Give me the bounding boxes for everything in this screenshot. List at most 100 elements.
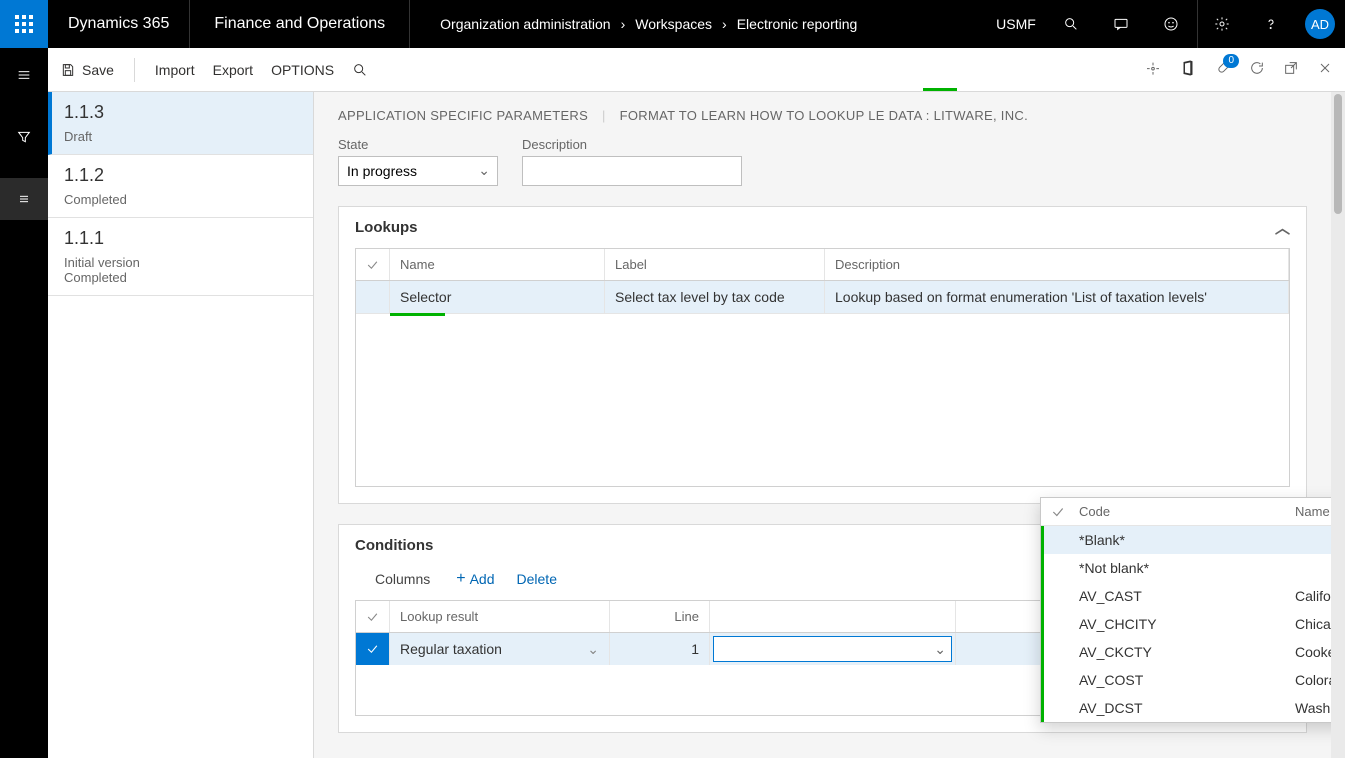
cell-description: Lookup based on format enumeration 'List… xyxy=(825,281,1289,313)
detail-header: APPLICATION SPECIFIC PARAMETERS | FORMAT… xyxy=(338,108,1307,123)
dropdown-row[interactable]: *Not blank* xyxy=(1044,554,1331,582)
grid-row[interactable]: Selector Select tax level by tax code Lo… xyxy=(356,281,1289,314)
popout-icon[interactable] xyxy=(1283,60,1299,79)
state-field[interactable] xyxy=(338,156,498,186)
header-right: FORMAT TO LEARN HOW TO LOOKUP LE DATA : … xyxy=(620,108,1028,123)
panel-title: Conditions xyxy=(355,537,433,554)
active-indicator xyxy=(923,88,957,91)
brand-name[interactable]: Dynamics 365 xyxy=(48,0,190,48)
dropdown-body[interactable]: *Blank* *Not blank* AV_CASTCalifornia St… xyxy=(1041,526,1331,722)
filter-icon[interactable] xyxy=(0,116,48,158)
col-code-header[interactable] xyxy=(710,601,956,632)
chevron-up-icon[interactable]: ︿ xyxy=(1275,217,1290,238)
dd-col-name[interactable]: Name xyxy=(1295,504,1331,519)
close-icon[interactable] xyxy=(1317,60,1333,79)
code-dropdown-popup: Code Name *Blank* *Not blank* AV_CASTCal… xyxy=(1040,497,1331,723)
col-lookup-result-header[interactable]: Lookup result xyxy=(390,601,610,632)
cell-label: Select tax level by tax code xyxy=(605,281,825,313)
cell-name: Selector xyxy=(390,281,605,313)
state-label: State xyxy=(338,137,498,152)
chevron-down-icon: ⌄ xyxy=(587,641,599,658)
version-status: Completed xyxy=(64,270,297,285)
app-title: Finance and Operations xyxy=(190,0,410,48)
smile-icon[interactable] xyxy=(1147,0,1195,48)
options-label: OPTIONS xyxy=(271,62,334,78)
link-icon[interactable] xyxy=(1145,60,1161,79)
top-right-tools: USMF AD xyxy=(997,0,1345,48)
export-button[interactable]: Export xyxy=(213,62,253,78)
avatar[interactable]: AD xyxy=(1305,9,1335,39)
col-line-header[interactable]: Line xyxy=(610,601,710,632)
version-number: 1.1.1 xyxy=(64,228,297,249)
lookups-panel: Lookups ︿ Name Label Description xyxy=(338,206,1307,504)
description-field[interactable] xyxy=(522,156,742,186)
app-launcher-icon[interactable] xyxy=(0,0,48,48)
add-button[interactable]: +Add xyxy=(456,570,494,588)
version-number: 1.1.2 xyxy=(64,165,297,186)
gear-icon[interactable] xyxy=(1197,0,1245,48)
version-item[interactable]: 1.1.2 Completed xyxy=(48,155,313,218)
dropdown-row[interactable]: AV_CKCTYCooke Country - Retail Prod xyxy=(1044,638,1331,666)
dropdown-row[interactable]: AV_CHCITYChicago City - Retail Prod xyxy=(1044,610,1331,638)
import-label: Import xyxy=(155,62,195,78)
version-sidebar: 1.1.3 Draft 1.1.2 Completed 1.1.1 Initia… xyxy=(48,92,314,758)
col-label-header[interactable]: Label xyxy=(605,249,825,280)
import-button[interactable]: Import xyxy=(155,62,195,78)
breadcrumb: Organization administration › Workspaces… xyxy=(410,16,857,32)
dropdown-row[interactable]: *Blank* xyxy=(1044,526,1331,554)
panel-title: Lookups xyxy=(355,219,418,236)
line-cell: 1 xyxy=(610,633,710,665)
version-item[interactable]: 1.1.1 Initial version Completed xyxy=(48,218,313,296)
badge-count: 0 xyxy=(1223,54,1239,68)
search-command-icon[interactable] xyxy=(352,62,368,78)
separator xyxy=(134,58,135,82)
office-icon[interactable] xyxy=(1179,59,1197,80)
version-description: Initial version xyxy=(64,255,297,270)
version-status: Completed xyxy=(64,192,297,207)
company-code[interactable]: USMF xyxy=(997,0,1045,48)
chevron-right-icon: › xyxy=(621,16,626,32)
row-check[interactable] xyxy=(356,281,390,313)
row-check-selected[interactable] xyxy=(356,633,390,665)
dropdown-row[interactable]: AV_DCSTWashington DC - Retail Prod xyxy=(1044,694,1331,722)
description-label: Description xyxy=(522,137,742,152)
messages-icon[interactable] xyxy=(1097,0,1145,48)
grid-empty-area xyxy=(356,316,1289,486)
dropdown-row[interactable]: AV_COSTColorado State - Retail Prod xyxy=(1044,666,1331,694)
breadcrumb-item[interactable]: Electronic reporting xyxy=(737,16,858,32)
code-cell[interactable]: ⌄ xyxy=(710,633,956,665)
scrollbar-thumb[interactable] xyxy=(1334,94,1342,214)
dropdown-row[interactable]: AV_CASTCalifornia State - Retail Prod xyxy=(1044,582,1331,610)
dd-col-code[interactable]: Code xyxy=(1075,504,1295,519)
refresh-icon[interactable] xyxy=(1249,60,1265,79)
col-description-header[interactable]: Description xyxy=(825,249,1289,280)
vertical-scrollbar[interactable] xyxy=(1331,92,1345,758)
version-item[interactable]: 1.1.3 Draft xyxy=(48,92,313,155)
help-icon[interactable] xyxy=(1247,0,1295,48)
check-header[interactable] xyxy=(356,249,390,280)
breadcrumb-item[interactable]: Workspaces xyxy=(635,16,712,32)
options-button[interactable]: OPTIONS xyxy=(271,62,334,78)
check-header[interactable] xyxy=(356,601,390,632)
version-status: Draft xyxy=(64,129,297,144)
header-left: APPLICATION SPECIFIC PARAMETERS xyxy=(338,108,588,123)
chevron-right-icon: › xyxy=(722,16,727,32)
export-label: Export xyxy=(213,62,253,78)
delete-button[interactable]: Delete xyxy=(517,571,557,587)
list-icon[interactable] xyxy=(0,178,48,220)
hamburger-icon[interactable] xyxy=(0,54,48,96)
lookups-grid: Name Label Description Selector Select t… xyxy=(355,248,1290,487)
panel-header[interactable]: Lookups ︿ xyxy=(339,207,1306,248)
code-input[interactable] xyxy=(713,636,952,662)
check-header[interactable] xyxy=(1041,504,1075,519)
save-button[interactable]: Save xyxy=(60,62,114,78)
attachments-icon[interactable]: 0 xyxy=(1215,60,1231,79)
col-name-header[interactable]: Name xyxy=(390,249,605,280)
detail-area: APPLICATION SPECIFIC PARAMETERS | FORMAT… xyxy=(314,92,1331,758)
dropdown-header: Code Name xyxy=(1041,498,1331,526)
lookup-result-cell[interactable]: Regular taxation ⌄ xyxy=(390,633,610,665)
columns-link[interactable]: Columns xyxy=(375,571,430,587)
breadcrumb-item[interactable]: Organization administration xyxy=(440,16,610,32)
search-icon[interactable] xyxy=(1047,0,1095,48)
version-number: 1.1.3 xyxy=(64,102,297,123)
